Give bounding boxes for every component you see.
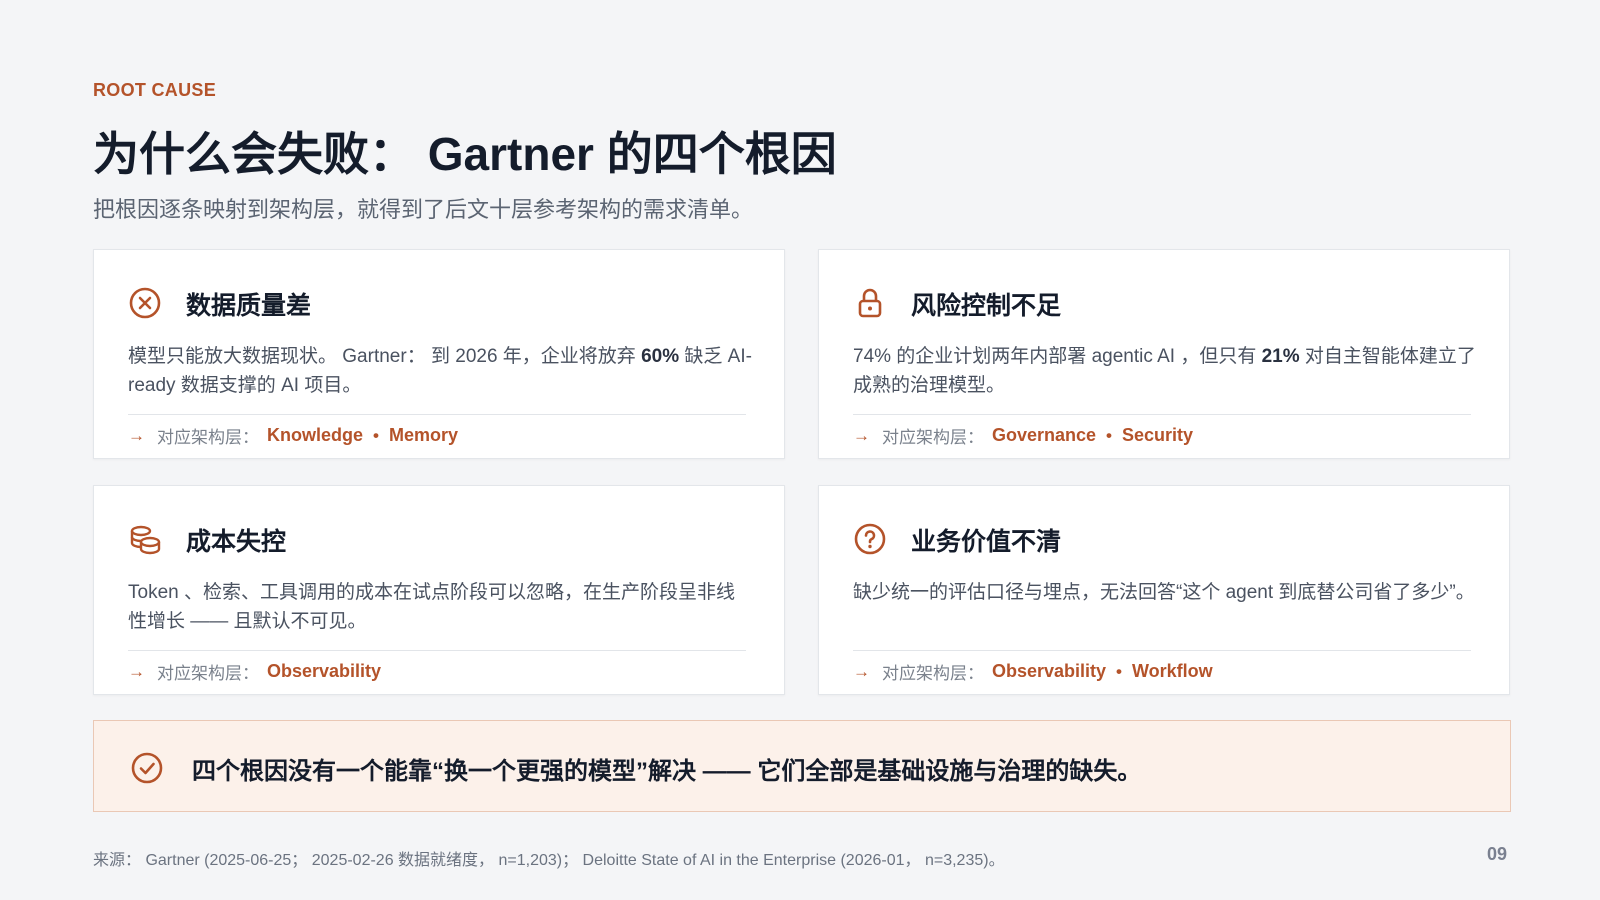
card-divider (853, 414, 1471, 415)
conclusion-callout: 四个根因没有一个能靠“换一个更强的模型”解决 —— 它们全部是基础设施与治理的缺… (93, 720, 1511, 812)
layer-tag: Observability (267, 661, 382, 681)
card-divider (128, 650, 746, 651)
layer-prefix-label: 对应架构层： (157, 664, 259, 683)
eyebrow-label: ROOT CAUSE (93, 80, 217, 100)
layer-tag: Observability (992, 661, 1107, 681)
card-body: 模型只能放大数据现状。 Gartner： 到 2026 年，企业将放弃 60% … (128, 346, 752, 396)
card-title: 数据质量差 (186, 292, 312, 320)
card-title: 成本失控 (186, 528, 287, 556)
page-number: 09 (1486, 844, 1507, 864)
separator-dot: • (1116, 661, 1122, 681)
layer-mapping: → 对应架构层： Governance • Security (853, 423, 1193, 448)
layer-tag: Memory (388, 425, 458, 445)
page-subtitle: 把根因逐条映射到架构层，就得到了后文十层参考架构的需求清单。 (93, 197, 754, 222)
layer-mapping: → 对应架构层： Knowledge • Memory (128, 423, 458, 448)
arrow-right-icon: → (853, 425, 870, 445)
arrow-right-icon: → (853, 661, 870, 681)
arrow-right-icon: → (128, 661, 145, 681)
layer-prefix-label: 对应架构层： (882, 428, 984, 447)
layer-tag: Governance (992, 425, 1097, 445)
layer-tag: Workflow (1132, 661, 1213, 681)
separator-dot: • (373, 425, 379, 445)
page-title: 为什么会失败： Gartner 的四个根因 (93, 128, 837, 180)
callout-text: 四个根因没有一个能靠“换一个更强的模型”解决 —— 它们全部是基础设施与治理的缺… (192, 758, 1142, 785)
layer-mapping: → 对应架构层： Observability (128, 659, 381, 684)
source-footnote: 来源： Gartner (2025-06-25； 2025-02-26 数据就绪… (93, 852, 1005, 869)
card-body: Token 、检索、工具调用的成本在试点阶段可以忽略，在生产阶段呈非线性增长 —… (128, 582, 735, 632)
card-divider (853, 650, 1471, 651)
coins-icon (128, 522, 162, 556)
arrow-right-icon: → (128, 425, 145, 445)
lock-icon (853, 286, 887, 320)
card-body: 缺少统一的评估口径与埋点，无法回答“这个 agent 到底替公司省了多少”。 (853, 582, 1475, 603)
card-divider (128, 414, 746, 415)
root-cause-card-cost: 成本失控 Token 、检索、工具调用的成本在试点阶段可以忽略，在生产阶段呈非线… (93, 485, 785, 695)
layer-tag: Knowledge (267, 425, 364, 445)
layer-prefix-label: 对应架构层： (157, 428, 259, 447)
root-cause-card-business-value: 业务价值不清 缺少统一的评估口径与埋点，无法回答“这个 agent 到底替公司省… (818, 485, 1510, 695)
layer-prefix-label: 对应架构层： (882, 664, 984, 683)
question-circle-icon (853, 522, 887, 556)
card-title: 风险控制不足 (911, 292, 1062, 320)
separator-dot: • (1106, 425, 1112, 445)
layer-tag: Security (1122, 425, 1194, 445)
check-circle-icon (130, 751, 164, 785)
card-title: 业务价值不清 (911, 528, 1062, 556)
root-cause-card-data-quality: 数据质量差 模型只能放大数据现状。 Gartner： 到 2026 年，企业将放… (93, 249, 785, 459)
layer-mapping: → 对应架构层： Observability • Workflow (853, 659, 1213, 684)
card-body: 74% 的企业计划两年内部署 agentic AI ，但只有 21% 对自主智能… (853, 346, 1476, 396)
x-circle-icon (128, 286, 162, 320)
root-cause-card-risk-control: 风险控制不足 74% 的企业计划两年内部署 agentic AI ，但只有 21… (818, 249, 1510, 459)
